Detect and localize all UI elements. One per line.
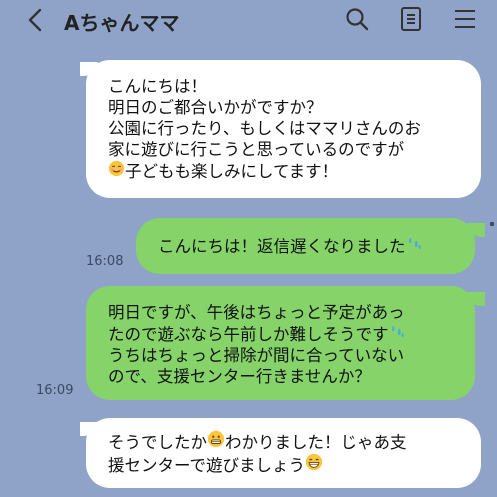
message-line: こんにちは！返信遅くなりました (158, 237, 406, 256)
message-bubble-incoming[interactable]: そうでしたか わかりました！じゃあ支 援センターで遊びましょう (86, 418, 481, 488)
message-line: たので遊ぶなら午前しか難しそうです (108, 325, 389, 344)
sweat-emoji-icon (408, 237, 421, 250)
message-line: そうでしたか (108, 433, 207, 452)
scroll-indicator (490, 222, 494, 226)
message-bubble-outgoing[interactable]: こんにちは！返信遅くなりました (136, 218, 475, 274)
grin-emoji-icon (305, 453, 323, 471)
sweat-emoji-icon (391, 325, 404, 338)
message-line: 明日のご都合いかがですか？ (108, 98, 323, 117)
message-line: 明日ですが、午後はちょっと予定があっ (108, 303, 405, 322)
message-time: 16:08 (86, 254, 124, 269)
grimace-emoji-icon (207, 430, 225, 448)
menu-icon[interactable] (452, 6, 478, 32)
chat-area[interactable]: こんにちは！ 明日のご都合いかがですか？ 公園に行ったり、もしくはママリさんのお… (0, 40, 497, 497)
message-bubble-incoming[interactable]: こんにちは！ 明日のご都合いかがですか？ 公園に行ったり、もしくはママリさんのお… (86, 60, 481, 198)
message-line: 家に遊びに行こうと思っているのですが (108, 140, 405, 159)
message-bubble-outgoing[interactable]: 明日ですが、午後はちょっと予定があっ たので遊ぶなら午前しか難しそうです うちは… (86, 286, 475, 400)
message-line: こんにちは！ (108, 77, 207, 96)
message-line: 公園に行ったり、もしくはママリさんのお (108, 119, 421, 138)
message-line: わかりました！じゃあ支 (225, 433, 407, 452)
back-chevron-icon[interactable] (24, 6, 48, 34)
notes-icon[interactable] (398, 6, 424, 32)
smile-emoji-icon (108, 160, 125, 177)
message-line: ので、支援センター行きませんか？ (108, 367, 371, 386)
message-line: 援センターで遊びましょう (108, 456, 306, 475)
chat-header: Aちゃんママ (0, 0, 497, 40)
message-line: 子どもも楽しみにしてます！ (125, 162, 339, 181)
search-icon[interactable] (344, 6, 370, 32)
message-line: うちはちょっと掃除が間に合っていない (108, 346, 405, 365)
message-time: 16:09 (36, 383, 74, 398)
chat-title: Aちゃんママ (64, 11, 180, 35)
